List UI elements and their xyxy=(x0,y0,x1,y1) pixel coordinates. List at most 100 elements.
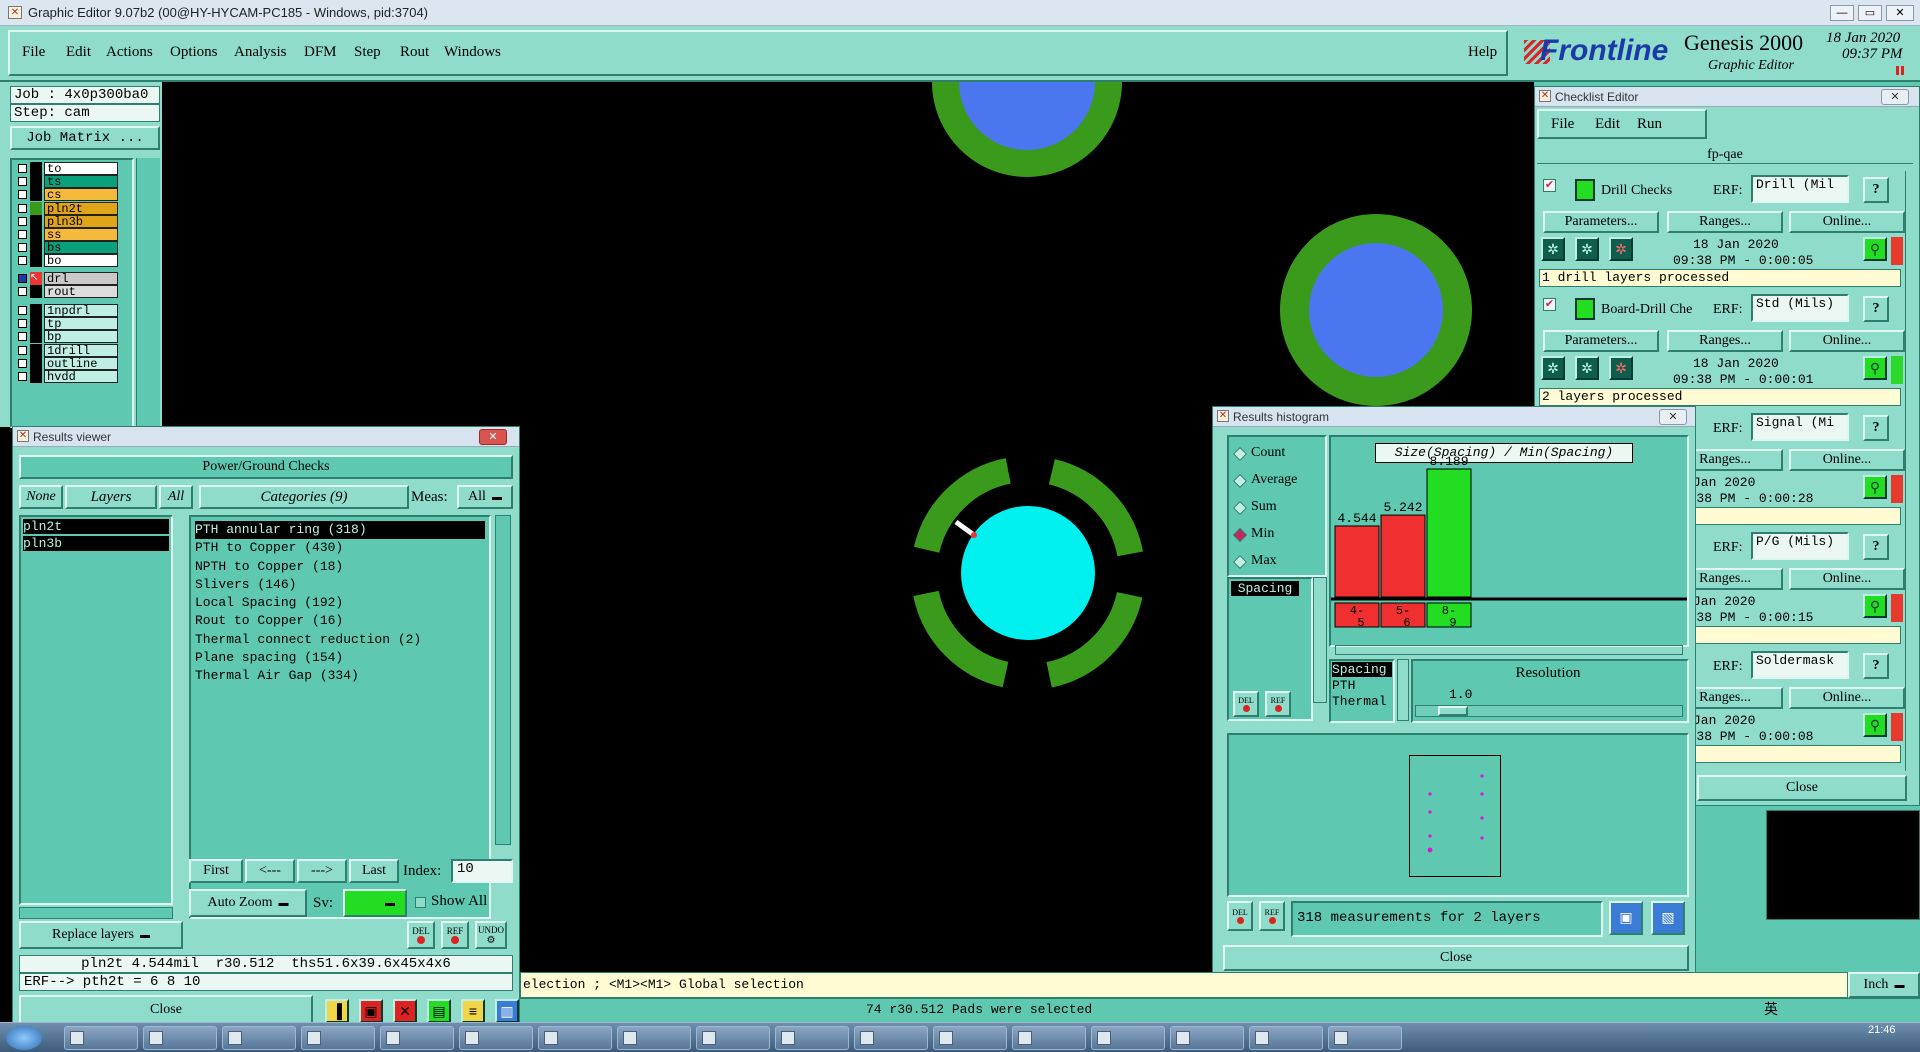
radio-icon[interactable] xyxy=(1232,446,1248,462)
taskbar-button[interactable] xyxy=(617,1026,691,1050)
checkbox-icon[interactable] xyxy=(18,203,27,213)
menu-dfm[interactable]: DFM xyxy=(304,44,337,61)
menu-windows[interactable]: Windows xyxy=(444,44,501,61)
layer-row[interactable]: pln2t xyxy=(12,201,132,215)
menu-step[interactable]: Step xyxy=(354,44,381,61)
online-button[interactable]: Online... xyxy=(1789,449,1905,471)
taskbar-button[interactable] xyxy=(1170,1026,1244,1050)
layer-hscrollbar[interactable] xyxy=(19,907,173,919)
menu-actions[interactable]: Actions xyxy=(106,44,153,61)
resolution-slider[interactable] xyxy=(1415,705,1683,717)
parameters-button[interactable]: Parameters... xyxy=(1543,211,1659,233)
taskbar-button[interactable] xyxy=(380,1026,454,1050)
selected-pad[interactable] xyxy=(961,506,1095,640)
spacing-scrollbar[interactable] xyxy=(1313,577,1327,703)
list-item[interactable]: Spacing xyxy=(1231,581,1299,596)
help-button[interactable]: ? xyxy=(1863,177,1889,203)
close-button[interactable]: ✕ xyxy=(1886,5,1914,21)
minimize-button[interactable]: — xyxy=(1830,5,1854,21)
radio-icon[interactable] xyxy=(1232,500,1248,516)
type-scrollbar[interactable] xyxy=(1397,659,1409,721)
category-item[interactable]: PTH to Copper (430) xyxy=(195,539,485,557)
checkbox-icon[interactable] xyxy=(18,190,27,200)
checkbox-icon[interactable] xyxy=(18,319,27,329)
category-scrollbar[interactable] xyxy=(495,515,511,845)
checkbox-icon[interactable] xyxy=(18,358,27,368)
pointer-icon[interactable]: ▐ xyxy=(325,999,349,1023)
prev-button[interactable]: <--- xyxy=(245,859,295,883)
category-item[interactable]: Plane spacing (154) xyxy=(195,649,485,667)
none-button[interactable]: None xyxy=(19,485,63,509)
mode-option[interactable]: Sum xyxy=(1229,499,1325,519)
layer-row[interactable]: rout xyxy=(12,284,132,298)
cross-icon[interactable]: ✕ xyxy=(393,999,417,1023)
taskbar-button[interactable] xyxy=(775,1026,849,1050)
layer-scrollbar[interactable] xyxy=(136,158,160,428)
action-icon[interactable] xyxy=(1575,179,1595,201)
checklist-menu-run[interactable]: Run xyxy=(1637,116,1662,133)
checkbox-icon[interactable] xyxy=(18,286,27,296)
list-item[interactable]: Thermal xyxy=(1332,694,1392,709)
help-button[interactable]: ? xyxy=(1863,296,1889,322)
taskbar-button[interactable] xyxy=(64,1026,138,1050)
help-button[interactable]: ? xyxy=(1863,415,1889,441)
close-icon[interactable]: ✕ xyxy=(1881,89,1909,105)
hist-ref-button[interactable]: REF xyxy=(1265,691,1291,717)
menu-file[interactable]: File xyxy=(22,44,45,61)
layer-row[interactable]: cs xyxy=(12,188,132,202)
chart-hscrollbar[interactable] xyxy=(1335,645,1683,655)
hist-del-button[interactable]: DEL xyxy=(1233,691,1259,717)
results-close-button[interactable]: Close xyxy=(19,995,313,1025)
checkbox-icon[interactable] xyxy=(18,230,27,239)
radio-icon[interactable] xyxy=(1232,527,1248,543)
ranges-button[interactable]: Ranges... xyxy=(1667,330,1783,352)
runner-icon[interactable]: ✲ xyxy=(1609,356,1633,380)
mode-option[interactable]: Count xyxy=(1229,445,1325,465)
erf-field[interactable]: Drill (Mil xyxy=(1751,175,1849,203)
category-item[interactable]: NPTH to Copper (18) xyxy=(195,558,485,576)
first-button[interactable]: First xyxy=(189,859,243,883)
layer-row[interactable]: hvdd xyxy=(12,370,132,384)
layer-row[interactable]: bo xyxy=(12,254,132,268)
list-item[interactable]: pln3b xyxy=(23,536,169,551)
action-icon[interactable] xyxy=(1575,298,1595,320)
close-icon[interactable]: ✕ xyxy=(1659,409,1687,425)
checkbox-icon[interactable] xyxy=(18,216,27,226)
menu-analysis[interactable]: Analysis xyxy=(234,44,287,61)
checkbox-icon[interactable] xyxy=(18,306,27,315)
radio-icon[interactable] xyxy=(1232,554,1248,570)
magnify-icon[interactable]: ⚲ xyxy=(1863,237,1887,261)
category-item[interactable]: Local Spacing (192) xyxy=(195,594,485,612)
layers-button[interactable]: Layers xyxy=(65,485,157,509)
layer-row[interactable]: ss xyxy=(12,228,132,242)
layer-row[interactable]: 1npdrl xyxy=(12,304,132,318)
zoom-layer-button[interactable]: ▣ xyxy=(1609,901,1643,935)
sv-color-select[interactable]: ▬ xyxy=(343,889,407,917)
histogram-bar[interactable] xyxy=(1380,514,1426,598)
category-item[interactable]: PTH annular ring (318) xyxy=(195,521,485,540)
maximize-button[interactable]: ▭ xyxy=(1858,5,1882,21)
mode-option[interactable]: Max xyxy=(1229,553,1325,573)
taskbar-button[interactable] xyxy=(459,1026,533,1050)
layer-row[interactable]: bp xyxy=(12,330,132,344)
help-button[interactable]: ? xyxy=(1863,534,1889,560)
checkbox-icon[interactable] xyxy=(18,332,27,342)
undo-button[interactable]: UNDO ⚙ xyxy=(475,921,507,949)
magnify-icon[interactable]: ⚲ xyxy=(1863,713,1887,737)
magnify-icon[interactable]: ⚲ xyxy=(1863,475,1887,499)
layer-row[interactable]: bs xyxy=(12,241,132,255)
layer-row[interactable]: ↖ drl xyxy=(12,271,132,285)
radio-icon[interactable] xyxy=(1232,473,1248,489)
start-button-icon[interactable] xyxy=(6,1026,42,1050)
checkbox-icon[interactable] xyxy=(18,372,27,381)
taskbar-button[interactable] xyxy=(222,1026,296,1050)
erf-field[interactable]: Signal (Mi xyxy=(1751,413,1849,441)
close-icon[interactable]: ✕ xyxy=(479,429,507,445)
checkbox-icon[interactable] xyxy=(18,177,27,187)
taskbar-button[interactable] xyxy=(1249,1026,1323,1050)
checklist-menu-edit[interactable]: Edit xyxy=(1595,116,1620,133)
taskbar-button[interactable] xyxy=(143,1026,217,1050)
taskbar-button[interactable] xyxy=(1091,1026,1165,1050)
taskbar-button[interactable] xyxy=(538,1026,612,1050)
job-matrix-button[interactable]: Job Matrix ... xyxy=(10,126,160,150)
